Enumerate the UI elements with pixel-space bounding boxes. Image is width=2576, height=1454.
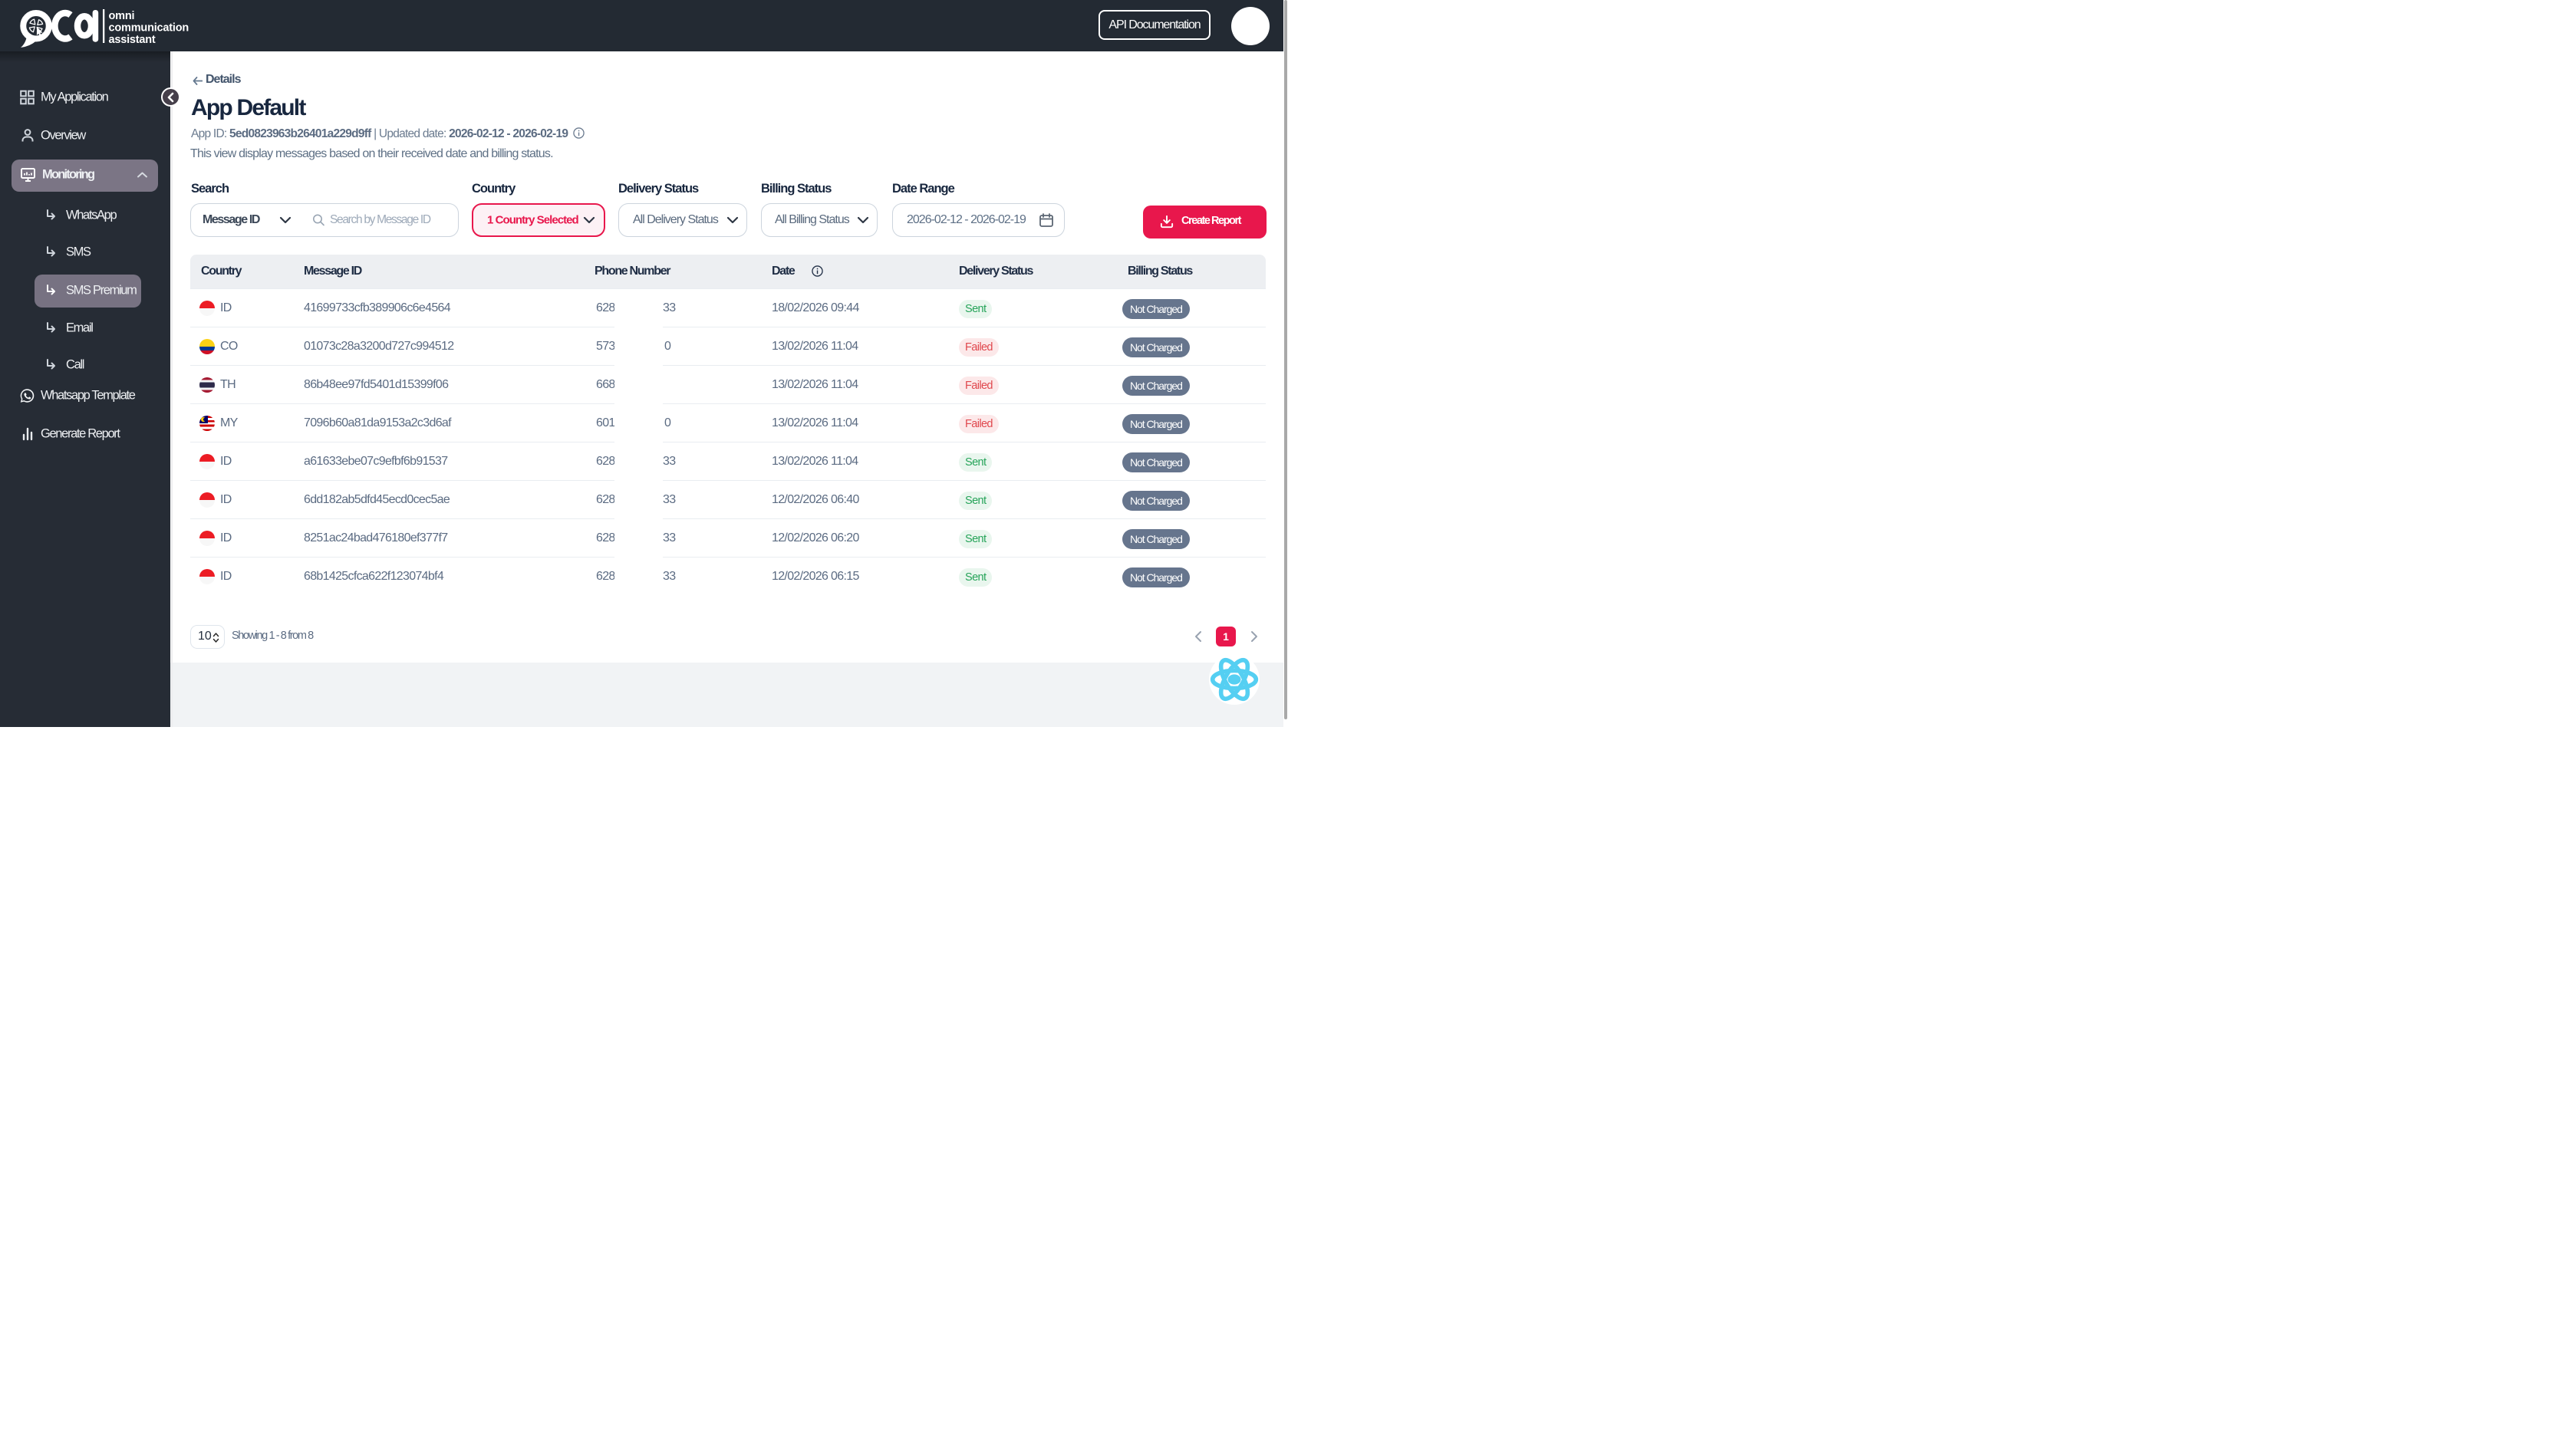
- svg-text:assistant: assistant: [109, 34, 156, 46]
- svg-text:omni: omni: [109, 10, 135, 22]
- svg-text:communication: communication: [109, 21, 189, 34]
